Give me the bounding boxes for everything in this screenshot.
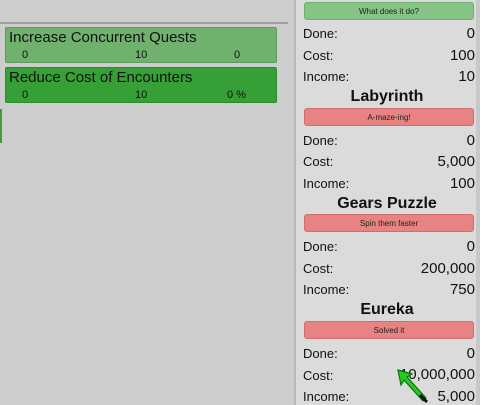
item-name-eureka: Eureka [360, 301, 414, 318]
upgrade-mid-value: 10 [135, 89, 148, 101]
upgrade-mid-value: 10 [135, 49, 148, 61]
upgrade-title: Reduce Cost of Encounters [9, 69, 193, 86]
upgrade-reduce-encounter-cost[interactable]: Reduce Cost of Encounters 0 10 0 % [5, 67, 277, 103]
item-name-gears-puzzle: Gears Puzzle [337, 195, 437, 212]
income-value: 10 [458, 68, 475, 85]
gears-puzzle-buy-button[interactable]: Spin them faster [304, 214, 474, 232]
labyrinth-buy-button[interactable]: A-maze-ing! [304, 108, 474, 126]
income-label: Income: [303, 176, 350, 191]
done-value: 0 [466, 345, 475, 362]
income-value: 100 [449, 175, 475, 192]
done-value: 0 [466, 25, 475, 42]
cost-value: 200,000 [420, 260, 475, 277]
item-name-labyrinth: Labyrinth [350, 88, 424, 105]
cost-value: 100 [449, 47, 475, 64]
puzzle-shop-panel: What does it do? Done: 0 Cost: 100 Incom… [294, 0, 480, 405]
left-edge-tab[interactable] [0, 109, 2, 143]
green-arrow-cursor-icon [397, 369, 429, 404]
income-value: 5,000 [437, 388, 475, 405]
cost-label: Cost: [303, 154, 334, 169]
done-label: Done: [303, 346, 338, 361]
cost-label: Cost: [303, 261, 334, 276]
cost-value: 5,000 [437, 153, 475, 170]
done-value: 0 [466, 132, 475, 149]
upgrade-min-value: 0 [22, 89, 29, 101]
done-label: Done: [303, 239, 338, 254]
cost-label: Cost: [303, 368, 334, 383]
eureka-buy-button[interactable]: Solved it [304, 321, 474, 339]
top-divider [0, 22, 288, 24]
income-value: 750 [449, 281, 475, 298]
done-label: Done: [303, 26, 338, 41]
income-label: Income: [303, 69, 350, 84]
upgrade-current-value: 0 [234, 49, 241, 61]
done-label: Done: [303, 133, 338, 148]
upgrade-title: Increase Concurrent Quests [9, 29, 197, 46]
income-label: Income: [303, 389, 350, 404]
what-does-it-do-button[interactable]: What does it do? [304, 2, 474, 20]
upgrade-concurrent-quests[interactable]: Increase Concurrent Quests 0 10 0 [5, 27, 277, 63]
upgrade-min-value: 0 [22, 49, 29, 61]
cost-label: Cost: [303, 48, 334, 63]
upgrade-current-value: 0 % [227, 89, 246, 101]
income-label: Income: [303, 282, 350, 297]
done-value: 0 [466, 238, 475, 255]
